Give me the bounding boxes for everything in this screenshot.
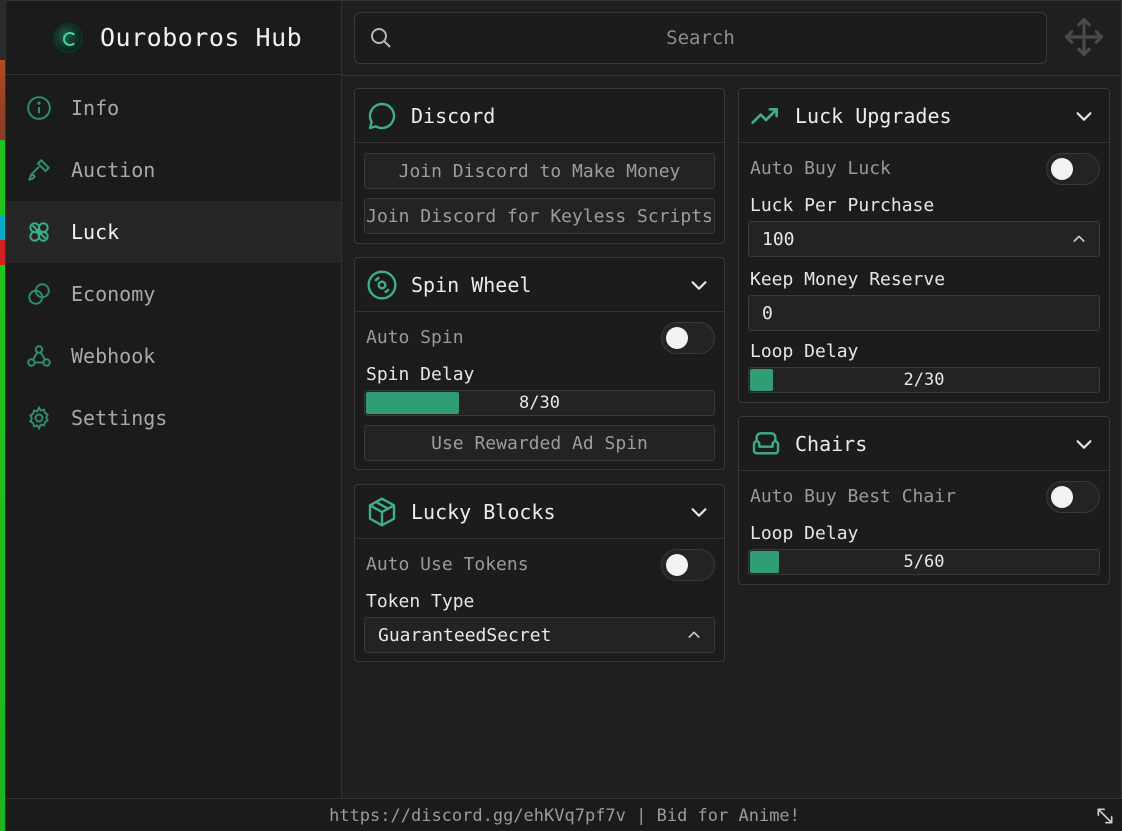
brand: Ouroboros Hub [6, 1, 341, 75]
toggle-knob [666, 327, 688, 349]
auto-buy-luck-label: Auto Buy Luck [750, 158, 891, 179]
auto-buy-best-chair-label: Auto Buy Best Chair [750, 486, 956, 507]
chevron-down-icon[interactable] [688, 501, 710, 523]
loop-delay-label: Loop Delay [750, 341, 859, 362]
luck-loop-delay-slider[interactable]: 2/30 [748, 367, 1100, 393]
search-icon [371, 28, 391, 48]
chat-bubble-icon [365, 99, 399, 133]
chevron-up-icon [1073, 235, 1085, 242]
luck-upgrades-header[interactable]: Luck Upgrades [739, 89, 1109, 143]
auto-spin-toggle[interactable] [661, 322, 715, 354]
sidebar-item-webhook[interactable]: Webhook [6, 325, 341, 387]
luck-upgrades-panel: Luck Upgrades Auto Buy Luck Luck Per Pur… [738, 88, 1110, 403]
move-icon[interactable] [1063, 16, 1105, 58]
dropdown-value: 100 [762, 228, 795, 250]
input-value: 0 [762, 302, 773, 324]
lucky-blocks-panel: Lucky Blocks Auto Use Tokens Token Type … [354, 484, 725, 662]
footer-text: https://discord.gg/ehKVq7pf7v | Bid for … [329, 805, 800, 826]
join-discord-money-button[interactable]: Join Discord to Make Money [364, 153, 715, 189]
trending-up-icon [749, 99, 783, 133]
chevron-down-icon[interactable] [1073, 105, 1095, 127]
sidebar-item-auction[interactable]: Auction [6, 139, 341, 201]
sidebar-item-economy[interactable]: Economy [6, 263, 341, 325]
discord-panel: Discord Join Discord to Make Money Join … [354, 88, 725, 244]
slider-value: 2/30 [903, 370, 945, 390]
spin-delay-label: Spin Delay [366, 364, 475, 385]
loop-delay-label: Loop Delay [750, 523, 859, 544]
slider-value: 8/30 [519, 393, 560, 413]
luck-per-purchase-dropdown[interactable]: 100 [748, 221, 1100, 257]
keep-money-reserve-input[interactable]: 0 [748, 295, 1100, 331]
toggle-knob [1051, 158, 1073, 180]
gavel-icon [26, 157, 52, 183]
chevron-up-icon [688, 631, 700, 638]
token-type-dropdown[interactable]: GuaranteedSecret [364, 617, 715, 653]
sidebar-item-label: Webhook [71, 344, 156, 368]
auto-buy-luck-toggle[interactable] [1046, 153, 1100, 185]
toggle-knob [666, 554, 688, 576]
rewarded-ad-spin-button[interactable]: Use Rewarded Ad Spin [364, 425, 715, 461]
join-discord-keyless-button[interactable]: Join Discord for Keyless Scripts [364, 198, 715, 234]
sidebar-item-settings[interactable]: Settings [6, 387, 341, 449]
auto-spin-label: Auto Spin [366, 327, 464, 348]
panel-title: Discord [411, 103, 496, 128]
panel-title: Chairs [795, 431, 868, 456]
box-icon [365, 495, 399, 529]
token-type-label: Token Type [366, 591, 475, 612]
webhook-icon [26, 343, 52, 369]
sidebar: Ouroboros Hub Info Auction Luck Economy … [6, 1, 342, 798]
panel-title: Spin Wheel [411, 272, 532, 297]
sidebar-item-label: Auction [71, 158, 156, 182]
sidebar-item-label: Economy [71, 282, 156, 306]
sidebar-item-label: Luck [71, 220, 120, 244]
footer: https://discord.gg/ehKVq7pf7v | Bid for … [6, 798, 1122, 831]
sidebar-nav: Info Auction Luck Economy Webhook Settin… [6, 75, 341, 449]
sidebar-item-label: Settings [71, 406, 168, 430]
panel-title: Lucky Blocks [411, 499, 556, 524]
chairs-panel: Chairs Auto Buy Best Chair Loop Delay 5/… [738, 416, 1110, 585]
spin-wheel-header[interactable]: Spin Wheel [355, 258, 724, 312]
ouroboros-logo-icon [53, 22, 83, 53]
sidebar-item-label: Info [71, 96, 120, 120]
toggle-knob [1051, 486, 1073, 508]
spin-wheel-panel: Spin Wheel Auto Spin Spin Delay 8/30 Use… [354, 257, 725, 470]
gear-icon [26, 405, 52, 431]
luck-per-purchase-label: Luck Per Purchase [750, 195, 935, 216]
info-icon [26, 95, 52, 121]
auto-use-tokens-toggle[interactable] [661, 549, 715, 581]
panel-title: Luck Upgrades [795, 103, 952, 128]
chevron-down-icon[interactable] [688, 274, 710, 296]
spin-delay-slider[interactable]: 8/30 [364, 390, 715, 416]
clover-icon [26, 219, 52, 245]
search-input[interactable]: Search [354, 12, 1047, 64]
dropdown-value: GuaranteedSecret [378, 624, 552, 646]
sidebar-item-luck[interactable]: Luck [6, 201, 341, 263]
app-title: Ouroboros Hub [100, 23, 303, 52]
discord-header: Discord [355, 89, 724, 143]
resize-icon[interactable] [1095, 806, 1115, 826]
search-placeholder: Search [666, 27, 735, 49]
hub-window: Ouroboros Hub Info Auction Luck Economy … [5, 0, 1122, 831]
coins-icon [26, 281, 52, 307]
lucky-blocks-header[interactable]: Lucky Blocks [355, 485, 724, 539]
sidebar-item-info[interactable]: Info [6, 77, 341, 139]
auto-use-tokens-label: Auto Use Tokens [366, 554, 529, 575]
keep-money-reserve-label: Keep Money Reserve [750, 269, 946, 290]
chairs-header[interactable]: Chairs [739, 417, 1109, 471]
auto-buy-best-chair-toggle[interactable] [1046, 481, 1100, 513]
divider [342, 75, 1122, 76]
armchair-icon [749, 427, 783, 461]
chevron-down-icon[interactable] [1073, 433, 1095, 455]
chairs-loop-delay-slider[interactable]: 5/60 [748, 549, 1100, 575]
disc-icon [365, 268, 399, 302]
slider-value: 5/60 [903, 552, 945, 572]
